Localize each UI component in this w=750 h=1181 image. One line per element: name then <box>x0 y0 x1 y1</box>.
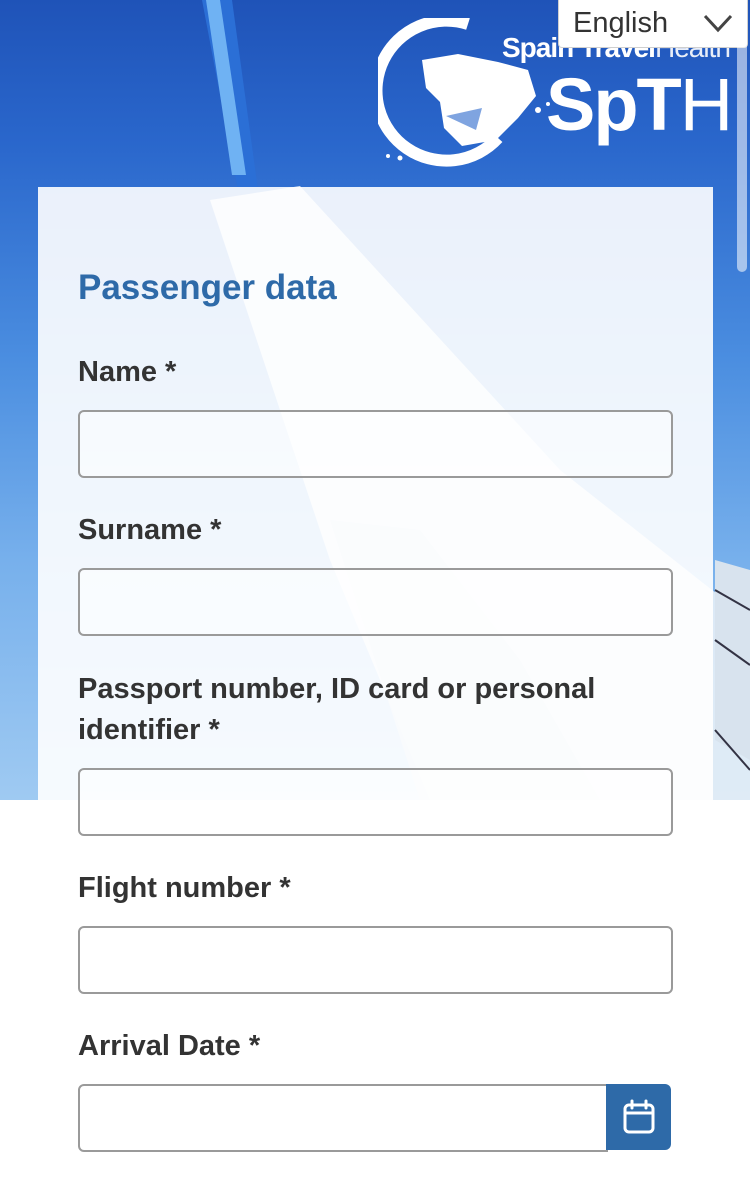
name-label: Name * <box>78 356 177 388</box>
calendar-icon <box>623 1099 654 1134</box>
surname-label: Surname * <box>78 514 222 546</box>
chevron-down-icon <box>703 14 733 33</box>
logo-abbreviation: SpTH <box>546 63 733 146</box>
arrival-date-label: Arrival Date * <box>78 1030 261 1062</box>
flight-number-label: Flight number * <box>78 872 291 904</box>
arrival-date-input[interactable] <box>78 1084 608 1152</box>
surname-input[interactable] <box>78 568 673 636</box>
passport-input[interactable] <box>78 768 673 836</box>
form-title: Passenger data <box>78 268 337 307</box>
scrollbar[interactable] <box>737 40 747 272</box>
language-select[interactable]: English <box>558 0 748 48</box>
passport-label: Passport number, ID card or personal ide… <box>78 673 596 746</box>
language-select-value: English <box>573 7 669 39</box>
flight-number-input[interactable] <box>78 926 673 994</box>
calendar-button[interactable] <box>606 1084 671 1150</box>
arrival-date-field <box>78 1084 671 1152</box>
name-input[interactable] <box>78 410 673 478</box>
